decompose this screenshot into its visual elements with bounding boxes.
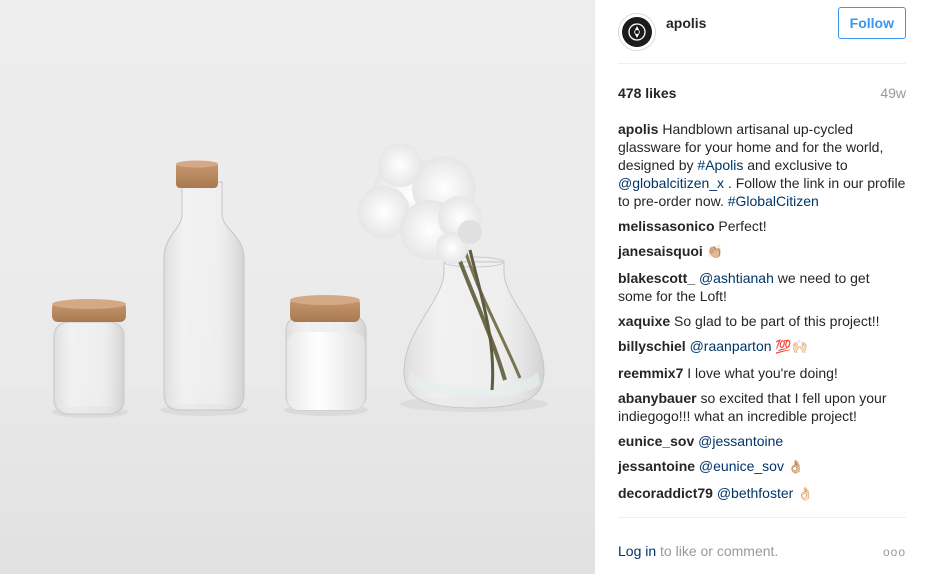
more-options-icon[interactable]: ooo (883, 545, 906, 559)
ok-hand-emoji-icon: 👌🏼 (787, 460, 805, 475)
likes-count[interactable]: 478 likes (618, 85, 676, 101)
hashtag-apolis[interactable]: #Apolis (697, 157, 743, 173)
comment-username[interactable]: melissasonico (618, 218, 715, 234)
comment-item: jessantoine @eunice_sov 👌🏼 (618, 457, 906, 477)
comment-item: janesaisquoi 👏🏼 (618, 242, 906, 262)
post-photo[interactable] (0, 0, 595, 574)
post-username[interactable]: apolis (666, 15, 838, 31)
comment-item: eunice_sov @jessantoine (618, 432, 906, 450)
comment-text: I love what you're doing! (683, 365, 838, 381)
comment-username[interactable]: jessantoine (618, 458, 695, 474)
caption-text: and exclusive to (743, 157, 848, 173)
follow-button[interactable]: Follow (837, 7, 906, 39)
comment-text: So glad to be part of this project!! (670, 313, 880, 329)
comment-item: abanybauer so excited that I fell upon y… (618, 389, 906, 425)
mention-globalcitizen[interactable]: @globalcitizen_x (618, 175, 724, 191)
comment-username[interactable]: reemmix7 (618, 365, 683, 381)
post-header: apolis Follow (618, 0, 906, 64)
comment-username[interactable]: blakescott_ (618, 270, 695, 286)
comment-username[interactable]: abanybauer (618, 390, 697, 406)
clapping-emoji-icon: 👏🏼 (706, 245, 723, 260)
hashtag-globalcitizen[interactable]: #GlobalCitizen (728, 193, 819, 209)
comment-text: Perfect! (714, 218, 767, 234)
ok-hand-emoji-icon: 👌🏻 (797, 487, 814, 502)
post-modal: apolis Follow 478 likes 49w apolis Handb… (0, 0, 926, 574)
post-age[interactable]: 49w (880, 85, 906, 101)
login-link[interactable]: Log in (618, 543, 656, 559)
comment-username[interactable]: billyschiel (618, 338, 686, 354)
comment-username[interactable]: eunice_sov (618, 433, 694, 449)
likes-row: 478 likes 49w (618, 84, 906, 102)
caption: apolis Handblown artisanal up-cycled gla… (618, 120, 906, 210)
apolis-logo-icon (622, 16, 652, 47)
login-prompt-text: to like or comment. (656, 543, 779, 559)
comment-mention[interactable]: @bethfoster (717, 485, 793, 501)
comment-mention[interactable]: @raanparton (690, 338, 772, 354)
comment-username[interactable]: janesaisquoi (618, 243, 703, 259)
comment-item: reemmix7 I love what you're doing! (618, 364, 906, 382)
avatar[interactable] (618, 12, 656, 51)
comments-list: apolis Handblown artisanal up-cycled gla… (618, 120, 906, 504)
comment-username[interactable]: xaquixe (618, 313, 670, 329)
comment-item: melissasonico Perfect! (618, 217, 906, 235)
hundred-raised-hands-emoji-icon: 💯🙌🏻 (775, 340, 808, 355)
comment-item: blakescott_ @ashtianah we need to get so… (618, 269, 906, 305)
comment-item: billyschiel @raanparton 💯🙌🏻 (618, 337, 906, 357)
comment-item: decoraddict79 @bethfoster 👌🏻 (618, 484, 906, 504)
comment-item: xaquixe So glad to be part of this proje… (618, 312, 906, 330)
caption-username[interactable]: apolis (618, 121, 658, 137)
login-prompt: Log in to like or comment. (618, 543, 778, 559)
comment-username[interactable]: decoraddict79 (618, 485, 713, 501)
comment-mention[interactable]: @ashtianah (699, 270, 774, 286)
comment-mention[interactable]: @eunice_sov (699, 458, 784, 474)
glassware-illustration (52, 143, 548, 418)
post-sidebar: apolis Follow 478 likes 49w apolis Handb… (595, 0, 926, 574)
post-footer: Log in to like or comment. ooo (618, 517, 906, 559)
comment-mention[interactable]: @jessantoine (698, 433, 783, 449)
